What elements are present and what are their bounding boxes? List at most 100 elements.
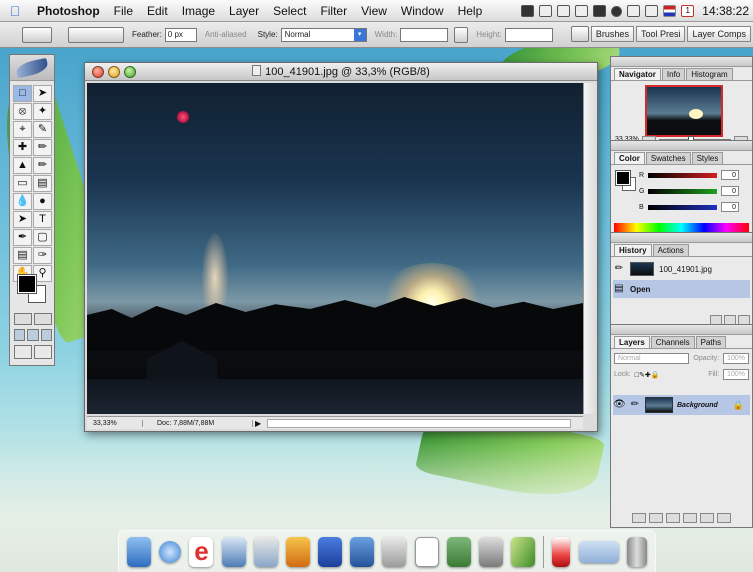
red-slider[interactable] <box>648 172 717 178</box>
tab-history[interactable]: History <box>614 244 652 256</box>
textedit-icon[interactable] <box>414 536 439 567</box>
blend-mode-select[interactable]: Normal <box>614 353 690 364</box>
display-mirror-icon[interactable] <box>627 5 641 17</box>
tool-preset-picker[interactable] <box>22 26 52 43</box>
pen-tool-icon[interactable]: ✒ <box>13 229 32 246</box>
blur-tool-icon[interactable]: 💧 <box>13 193 32 210</box>
eyedropper-tool-icon[interactable]: ✑ <box>33 247 52 264</box>
well-tool-presets[interactable]: Tool Presi <box>635 26 686 42</box>
crop-tool-icon[interactable]: ⌖ <box>13 121 32 138</box>
feather-input[interactable]: 0 px <box>164 27 197 42</box>
foreground-color-swatch[interactable] <box>17 274 37 294</box>
color-ramp[interactable] <box>614 223 749 232</box>
tab-channels[interactable]: Channels <box>650 336 695 348</box>
trash-icon[interactable] <box>717 513 731 523</box>
pen-icon[interactable] <box>382 536 407 567</box>
history-brush-tool-icon[interactable]: ✏ <box>33 157 52 174</box>
iphoto-icon[interactable] <box>159 540 182 563</box>
app-menu[interactable]: Photoshop <box>30 4 107 18</box>
vertical-scrollbar[interactable] <box>583 83 596 414</box>
adjustment-layer-icon[interactable] <box>683 513 697 523</box>
layer-style-icon[interactable] <box>632 513 646 523</box>
menu-clock[interactable]: 14:38:22 <box>702 4 749 18</box>
book-icon[interactable] <box>350 536 375 567</box>
mail-icon[interactable] <box>557 5 571 17</box>
menu-window[interactable]: Window <box>394 4 451 18</box>
minimize-button[interactable] <box>108 66 120 78</box>
zoom-level-field[interactable]: 33,33% <box>87 419 143 427</box>
new-layer-icon[interactable] <box>700 513 714 523</box>
file-browser-button[interactable] <box>570 26 589 42</box>
menu-help[interactable]: Help <box>451 4 490 18</box>
mail-icon[interactable] <box>221 536 246 567</box>
tab-histogram[interactable]: Histogram <box>686 68 733 80</box>
word-icon[interactable] <box>318 536 343 567</box>
brush-link-icon[interactable]: ✏ <box>629 399 641 411</box>
gradient-tool-icon[interactable]: ▤ <box>33 175 52 192</box>
tab-paths[interactable]: Paths <box>695 336 727 348</box>
finder-icon[interactable] <box>127 536 152 567</box>
tab-color[interactable]: Color <box>614 152 645 164</box>
opacity-input[interactable]: 100% <box>723 353 749 364</box>
antialiased-checkbox[interactable]: Anti-aliased <box>205 30 247 39</box>
swap-dimensions-button[interactable] <box>454 26 469 43</box>
tab-info[interactable]: Info <box>661 68 686 80</box>
record-icon[interactable] <box>611 5 623 17</box>
window-icon[interactable] <box>578 540 619 563</box>
tab-styles[interactable]: Styles <box>691 152 724 164</box>
type-tool-icon[interactable]: T <box>33 211 52 228</box>
jump-to-imageready-button[interactable] <box>14 345 52 359</box>
navigator-thumbnail[interactable] <box>645 85 723 137</box>
color-foreground-swatch[interactable] <box>615 170 631 186</box>
feather-icon[interactable] <box>511 536 536 567</box>
calendar-icon[interactable]: 1 <box>681 5 695 17</box>
healing-tool-icon[interactable]: ✚ <box>13 139 32 156</box>
green-slider[interactable] <box>648 188 717 194</box>
stamp-tool-icon[interactable]: ▲ <box>13 157 32 174</box>
move-tool-icon[interactable]: ➤ <box>33 85 52 102</box>
menu-filter[interactable]: Filter <box>313 4 354 18</box>
menu-layer[interactable]: Layer <box>222 4 266 18</box>
menu-file[interactable]: File <box>107 4 140 18</box>
history-state[interactable]: ▤ Open <box>613 280 750 298</box>
palette-titlebar[interactable] <box>611 325 752 335</box>
eye-icon[interactable]: 👁 <box>613 399 626 411</box>
quick-mask-buttons[interactable] <box>14 313 52 325</box>
new-set-icon[interactable] <box>666 513 680 523</box>
fill-input[interactable]: 100% <box>723 369 749 380</box>
palette-titlebar[interactable] <box>611 141 752 151</box>
status-menu-arrow-icon[interactable]: ▶ <box>253 419 263 428</box>
marquee-tool-icon[interactable]: □ <box>13 85 32 102</box>
close-button[interactable] <box>92 66 104 78</box>
eraser-tool-icon[interactable]: ▭ <box>13 175 32 192</box>
layer-mask-icon[interactable] <box>649 513 663 523</box>
lasso-tool-icon[interactable]: ⦻ <box>13 103 32 120</box>
horizontal-scrollbar[interactable] <box>267 418 571 428</box>
file-proxy-icon[interactable] <box>252 65 262 76</box>
utility-icon[interactable] <box>478 536 503 567</box>
screen-icon[interactable] <box>521 5 535 17</box>
history-snapshot[interactable]: ✏ 100_41901.jpg <box>613 260 750 278</box>
layer-row-background[interactable]: 👁 ✏ Background 🔒 <box>613 395 750 415</box>
style-select[interactable]: Normal ▾ <box>280 27 367 42</box>
flag-icon[interactable] <box>663 5 677 17</box>
photoshop-feather-icon[interactable] <box>14 57 50 79</box>
dodge-tool-icon[interactable]: ● <box>33 193 52 210</box>
slice-tool-icon[interactable]: ✎ <box>33 121 52 138</box>
width-input[interactable] <box>400 27 449 42</box>
envelope-icon[interactable] <box>539 5 553 17</box>
green-value-input[interactable]: 0 <box>721 186 739 196</box>
document-titlebar[interactable]: 100_41901.jpg @ 33,3% (RGB/8) <box>85 63 597 81</box>
airport-icon[interactable] <box>645 5 659 17</box>
red-value-input[interactable]: 0 <box>721 170 739 180</box>
menu-image[interactable]: Image <box>175 4 222 18</box>
lock-icons[interactable]: □✎✚🔒 <box>635 371 660 379</box>
tab-swatches[interactable]: Swatches <box>645 152 691 164</box>
magic-wand-tool-icon[interactable]: ✦ <box>33 103 52 120</box>
blue-value-input[interactable]: 0 <box>721 202 739 212</box>
menu-view[interactable]: View <box>354 4 394 18</box>
blue-slider[interactable] <box>647 204 717 210</box>
photoshop-icon[interactable] <box>285 536 310 567</box>
history-brush-source-icon[interactable]: ✏ <box>613 263 625 275</box>
tab-navigator[interactable]: Navigator <box>614 68 661 80</box>
